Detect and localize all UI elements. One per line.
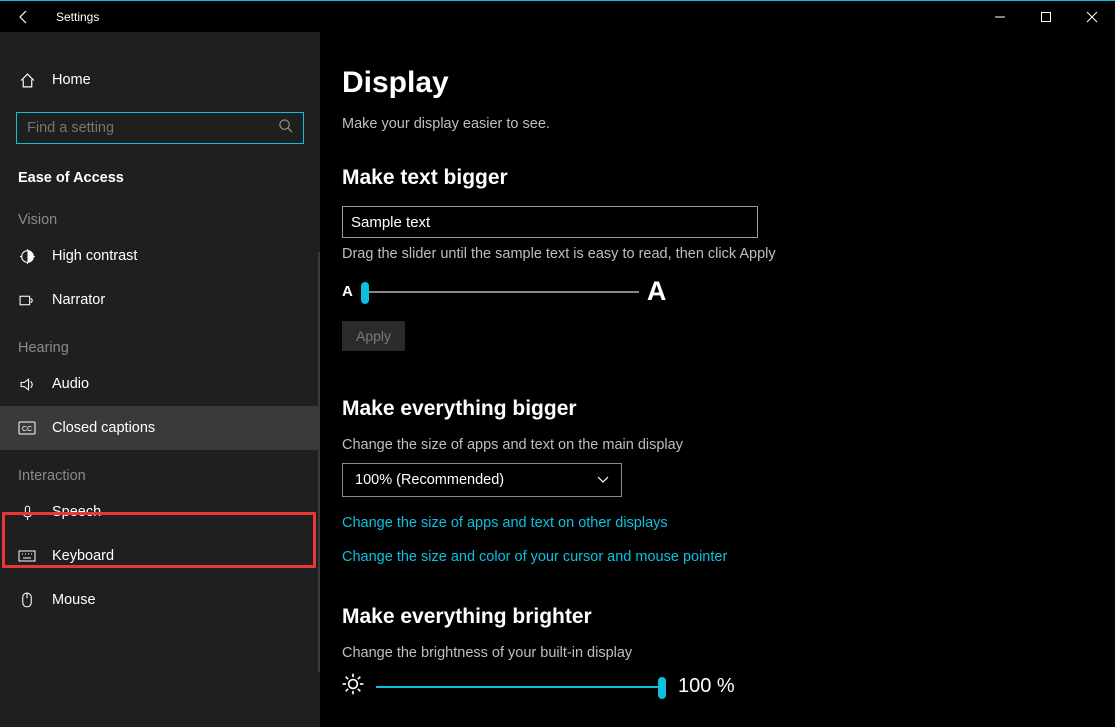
chevron-down-icon — [597, 476, 609, 484]
sidebar-item-mouse[interactable]: Mouse — [0, 578, 320, 622]
sidebar-item-narrator[interactable]: Narrator — [0, 278, 320, 322]
close-button[interactable] — [1069, 1, 1115, 33]
closed-captions-icon: CC — [18, 421, 36, 435]
home-nav[interactable]: Home — [0, 58, 320, 102]
apply-button[interactable]: Apply — [342, 321, 405, 351]
section-text-bigger-heading: Make text bigger — [342, 166, 1115, 190]
section-vision: Vision — [0, 194, 320, 234]
brightness-value: 100 % — [678, 675, 735, 698]
sidebar-item-label: Mouse — [52, 592, 96, 608]
narrator-icon — [18, 292, 36, 309]
scale-label: Change the size of apps and text on the … — [342, 437, 1115, 453]
sidebar-item-speech[interactable]: Speech — [0, 490, 320, 534]
close-icon — [1086, 11, 1098, 23]
contrast-icon — [18, 248, 36, 265]
back-arrow-icon — [16, 9, 32, 25]
sidebar-item-label: Audio — [52, 376, 89, 392]
section-everything-bigger-heading: Make everything bigger — [342, 397, 1115, 421]
sidebar-item-label: Narrator — [52, 292, 105, 308]
home-icon — [18, 72, 36, 89]
page-subtitle: Make your display easier to see. — [342, 116, 1115, 132]
section-hearing: Hearing — [0, 322, 320, 362]
search-input[interactable] — [27, 120, 278, 136]
main-content: Display Make your display easier to see.… — [320, 32, 1115, 727]
scale-dropdown-value: 100% (Recommended) — [355, 472, 504, 488]
big-a-label: A — [647, 276, 667, 307]
window-title: Settings — [56, 10, 99, 24]
text-slider-hint: Drag the slider until the sample text is… — [342, 246, 1115, 262]
maximize-button[interactable] — [1023, 1, 1069, 33]
svg-text:CC: CC — [22, 426, 32, 433]
sidebar-item-keyboard[interactable]: Keyboard — [0, 534, 320, 578]
sidebar-item-label: Closed captions — [52, 420, 155, 436]
section-brighter-heading: Make everything brighter — [342, 605, 1115, 629]
text-size-slider-thumb[interactable] — [361, 282, 369, 304]
search-box[interactable] — [16, 112, 304, 144]
maximize-icon — [1040, 11, 1052, 23]
scale-dropdown[interactable]: 100% (Recommended) — [342, 463, 622, 497]
text-size-slider[interactable] — [361, 291, 639, 293]
minimize-icon — [994, 11, 1006, 23]
keyboard-icon — [18, 550, 36, 562]
sidebar-item-audio[interactable]: Audio — [0, 362, 320, 406]
brightness-label: Change the brightness of your built-in d… — [342, 645, 1115, 661]
mouse-icon — [18, 592, 36, 609]
minimize-button[interactable] — [977, 1, 1023, 33]
sidebar-item-closed-captions[interactable]: CC Closed captions — [0, 406, 320, 450]
category-header: Ease of Access — [0, 154, 320, 194]
back-button[interactable] — [0, 1, 48, 33]
titlebar: Settings — [0, 0, 1115, 32]
microphone-icon — [18, 504, 36, 521]
sidebar-item-high-contrast[interactable]: High contrast — [0, 234, 320, 278]
brightness-slider-thumb[interactable] — [658, 677, 666, 699]
scrollbar[interactable] — [318, 252, 320, 672]
section-interaction: Interaction — [0, 450, 320, 490]
audio-icon — [18, 376, 36, 393]
sidebar-item-label: Speech — [52, 504, 101, 520]
brightness-icon — [342, 673, 364, 700]
home-label: Home — [52, 72, 91, 88]
sidebar-item-label: High contrast — [52, 248, 137, 264]
page-title: Display — [342, 66, 1115, 100]
small-a-label: A — [342, 283, 353, 300]
sample-text-box: Sample text — [342, 206, 758, 238]
brightness-slider[interactable] — [376, 686, 666, 688]
link-other-displays[interactable]: Change the size of apps and text on othe… — [342, 515, 1115, 531]
sidebar: Home Ease of Access Vision High contrast — [0, 32, 320, 727]
search-icon — [278, 118, 293, 138]
link-cursor-pointer[interactable]: Change the size and color of your cursor… — [342, 549, 1115, 565]
sidebar-item-label: Keyboard — [52, 548, 114, 564]
